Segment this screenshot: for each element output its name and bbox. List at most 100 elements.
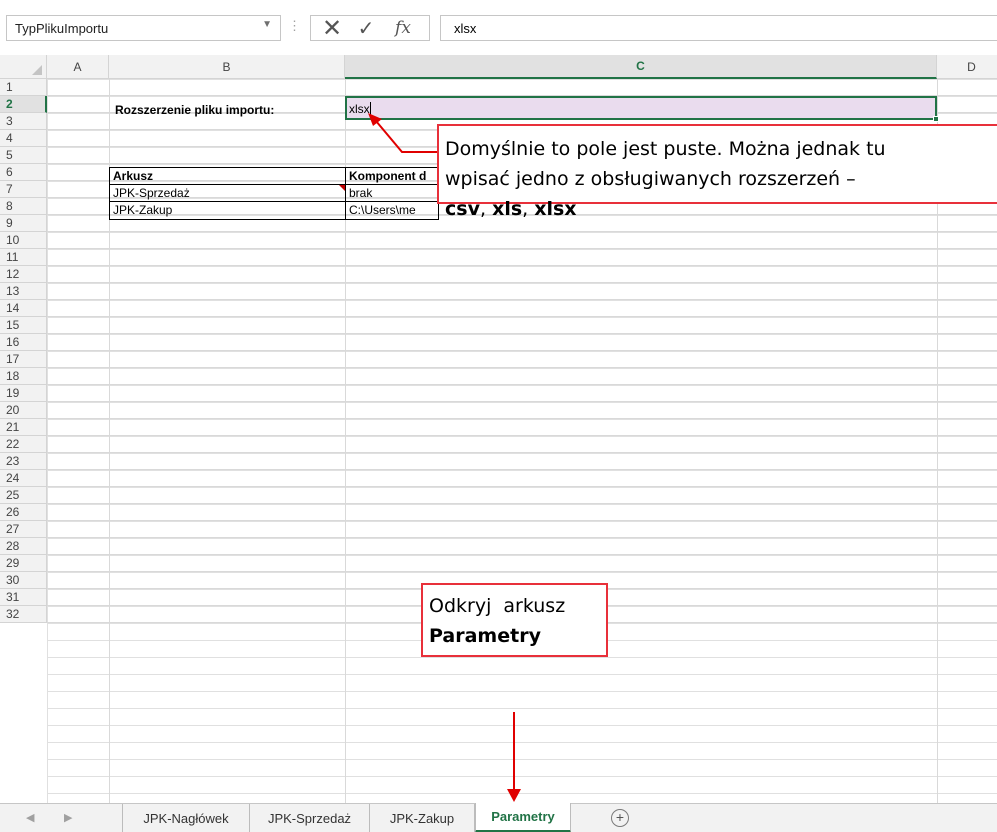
row-header-29[interactable]: 29: [0, 555, 47, 572]
row-divider: [47, 248, 997, 249]
extension-callout-line3: csv, xls, xlsx: [445, 194, 997, 224]
row-header-3[interactable]: 3: [0, 113, 47, 130]
extension-callout-line1: Domyślnie to pole jest puste. Można jedn…: [445, 138, 886, 160]
cell-c2-value: xlsx: [349, 102, 370, 116]
ext-xlsx: xlsx: [534, 198, 577, 220]
cell-b2[interactable]: Rozszerzenie pliku importu:: [112, 102, 345, 119]
row-divider: [47, 554, 997, 555]
row-divider: [47, 231, 997, 232]
row-header-20[interactable]: 20: [0, 402, 47, 419]
row-divider: [47, 469, 997, 470]
chevron-down-icon[interactable]: ▼: [262, 19, 272, 30]
select-all-icon: [32, 65, 42, 75]
formula-buttons: ✕ ✓ fx: [310, 15, 430, 42]
row-header-6[interactable]: 6: [0, 164, 47, 181]
insert-function-icon[interactable]: fx: [387, 16, 419, 40]
row-header-13[interactable]: 13: [0, 283, 47, 300]
row-header-1[interactable]: 1: [0, 79, 47, 96]
unhide-callout: Odkryj arkusz Parametry: [421, 583, 608, 657]
row-header-27[interactable]: 27: [0, 521, 47, 538]
row-divider: [47, 520, 997, 521]
row-divider: [47, 571, 997, 572]
row-header-16[interactable]: 16: [0, 334, 47, 351]
unhide-callout-line2: Parametry: [429, 625, 541, 647]
sheet-tab-bar: ◀ ▶ JPK-Nagłówek JPK-Sprzedaż JPK-Zakup …: [0, 803, 997, 832]
row-header-23[interactable]: 23: [0, 453, 47, 470]
row-header-25[interactable]: 25: [0, 487, 47, 504]
row-header-26[interactable]: 26: [0, 504, 47, 521]
unhide-callout-line1: Odkryj arkusz: [429, 595, 566, 617]
row-header-9[interactable]: 9: [0, 215, 47, 232]
row-header-18[interactable]: 18: [0, 368, 47, 385]
row-divider: [47, 265, 997, 266]
row-divider: [47, 435, 997, 436]
row-header-17[interactable]: 17: [0, 351, 47, 368]
cell-c6[interactable]: brak: [346, 185, 438, 202]
row-header-14[interactable]: 14: [0, 300, 47, 317]
row-header-31[interactable]: 31: [0, 589, 47, 606]
row-header-12[interactable]: 12: [0, 266, 47, 283]
name-box[interactable]: TypPlikuImportu ▼: [6, 15, 281, 41]
cell-c2-edit[interactable]: xlsx: [349, 102, 371, 116]
row-header-8[interactable]: 8: [0, 198, 47, 215]
row-header-24[interactable]: 24: [0, 470, 47, 487]
name-box-value: TypPlikuImportu: [15, 21, 109, 36]
row-divider: [47, 503, 997, 504]
ext-separator: ,: [479, 198, 493, 220]
row-divider: [47, 418, 997, 419]
formula-input[interactable]: xlsx: [440, 15, 997, 41]
row-header-30[interactable]: 30: [0, 572, 47, 589]
selected-cell-c2[interactable]: [345, 96, 937, 120]
column-header-d[interactable]: D: [937, 55, 997, 79]
sheet-tab-jpk-sprzedaz[interactable]: JPK-Sprzedaż: [250, 804, 370, 832]
cell-b5[interactable]: Arkusz: [110, 168, 344, 185]
ext-csv: csv: [445, 198, 480, 220]
add-sheet-icon[interactable]: +: [611, 809, 629, 827]
scroll-tabs-right-icon[interactable]: ▶: [64, 811, 72, 824]
row-header-22[interactable]: 22: [0, 436, 47, 453]
row-header-32[interactable]: 32: [0, 606, 47, 623]
row-header-5[interactable]: 5: [0, 147, 47, 164]
scroll-tabs-left-icon[interactable]: ◀: [26, 811, 34, 824]
row-divider: [47, 452, 997, 453]
text-caret: [369, 102, 371, 116]
row-header-19[interactable]: 19: [0, 385, 47, 402]
cell-b6[interactable]: JPK-Sprzedaż: [110, 185, 344, 202]
column-header-a[interactable]: A: [47, 55, 109, 79]
formula-bar: TypPlikuImportu ▼ ⋮ ✕ ✓ fx xlsx: [0, 0, 997, 55]
cell-c7[interactable]: C:\Users\me: [346, 202, 438, 219]
row-divider: [47, 401, 997, 402]
sheet-tab-jpk-zakup[interactable]: JPK-Zakup: [370, 804, 475, 832]
cell-c5[interactable]: Komponent d: [346, 168, 438, 185]
fill-handle[interactable]: [933, 116, 939, 122]
row-divider: [47, 350, 997, 351]
comment-indicator-icon[interactable]: [339, 185, 345, 191]
row-header-28[interactable]: 28: [0, 538, 47, 555]
row-divider: [47, 384, 997, 385]
row-header-21[interactable]: 21: [0, 419, 47, 436]
ext-separator: ,: [522, 198, 535, 220]
row-header-7[interactable]: 7: [0, 181, 47, 198]
cancel-icon[interactable]: ✕: [319, 15, 345, 42]
row-header-10[interactable]: 10: [0, 232, 47, 249]
sheet-tab-parametry[interactable]: Parametry: [475, 803, 571, 832]
row-header-11[interactable]: 11: [0, 249, 47, 266]
row-header-15[interactable]: 15: [0, 317, 47, 334]
column-header-b[interactable]: B: [109, 55, 345, 79]
column-header-c[interactable]: C: [345, 55, 937, 79]
row-divider: [47, 316, 997, 317]
ext-xls: xls: [492, 198, 523, 220]
sheet-tab-jpk-naglowek[interactable]: JPK-Nagłówek: [122, 804, 250, 832]
row-header-2[interactable]: 2: [0, 96, 47, 113]
row-header-4[interactable]: 4: [0, 130, 47, 147]
select-all-corner[interactable]: [0, 55, 47, 79]
formula-bar-grip-icon: ⋮: [288, 18, 301, 33]
enter-check-icon[interactable]: ✓: [353, 16, 379, 40]
cell-b7[interactable]: JPK-Zakup: [110, 202, 344, 219]
row-divider: [47, 282, 997, 283]
row-divider: [47, 299, 997, 300]
row-divider: [47, 333, 997, 334]
row-divider: [47, 486, 997, 487]
row-divider: [47, 367, 997, 368]
row-divider: [47, 537, 997, 538]
